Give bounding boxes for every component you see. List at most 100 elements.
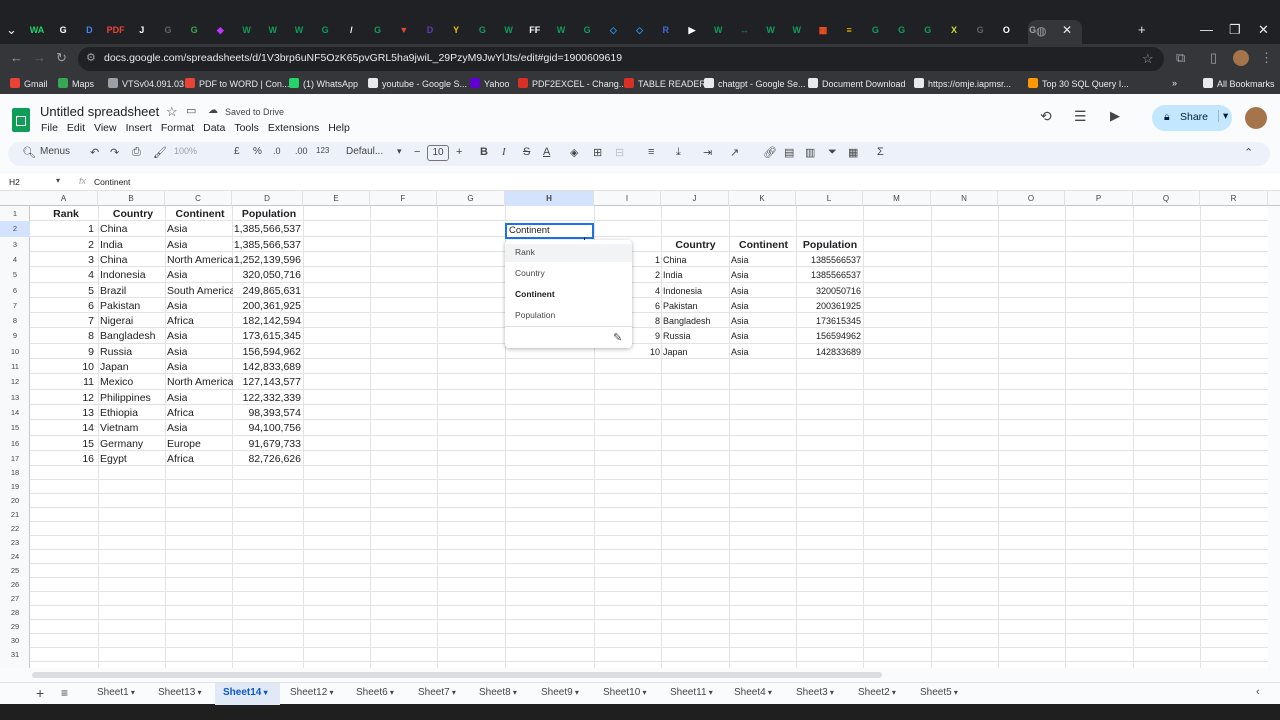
row-header-17[interactable]: 17: [0, 451, 30, 466]
menu-edit[interactable]: Edit: [67, 122, 85, 134]
browser-tab-12-icon[interactable]: /: [342, 22, 360, 38]
browser-tab-2-icon[interactable]: D: [80, 22, 98, 38]
text-wrapping-icon[interactable]: ⇥: [703, 146, 712, 159]
row-header-16[interactable]: 16: [0, 436, 30, 451]
sheet-tab-menu-icon[interactable]: ▾: [766, 688, 772, 697]
row-header-2[interactable]: 2: [0, 221, 30, 237]
column-header-C[interactable]: C: [165, 191, 232, 206]
merge-cells-icon[interactable]: ⊟: [615, 146, 624, 159]
bookmark-9[interactable]: chatgpt - Google Se...: [704, 78, 806, 89]
zoom-select[interactable]: 100%: [174, 146, 197, 156]
strikethrough-button[interactable]: S: [523, 146, 530, 158]
bookmark-10[interactable]: Document Download: [808, 78, 906, 89]
redo-icon[interactable]: ↷: [110, 146, 119, 159]
row-header-31[interactable]: 31: [0, 648, 30, 662]
italic-button[interactable]: I: [502, 146, 506, 158]
bookmark-5[interactable]: youtube - Google S...: [368, 78, 467, 89]
column-header-I[interactable]: I: [594, 191, 661, 206]
site-info-icon[interactable]: ⚙: [86, 51, 96, 64]
bookmark-3[interactable]: PDF to WORD | Con...: [185, 78, 289, 89]
account-avatar[interactable]: [1245, 107, 1267, 129]
row-header-18[interactable]: 18: [0, 466, 30, 480]
row-header-11[interactable]: 11: [0, 359, 30, 374]
vertical-align-icon[interactable]: ⤓: [676, 146, 681, 159]
row-header-4[interactable]: 4: [0, 252, 30, 267]
browser-tab-19-icon[interactable]: FF: [526, 22, 544, 38]
sheet-tab-menu-icon[interactable]: ▾: [195, 688, 201, 697]
browser-tab-30-icon[interactable]: ▦: [814, 22, 832, 38]
row-header-19[interactable]: 19: [0, 480, 30, 494]
browser-tab-0-icon[interactable]: WA: [28, 22, 46, 38]
back-icon[interactable]: ←: [10, 50, 23, 65]
horizontal-scrollbar[interactable]: [32, 672, 882, 678]
fill-color-icon[interactable]: ◈: [570, 146, 578, 159]
currency-button[interactable]: £: [234, 146, 240, 157]
name-box-chevron-icon[interactable]: ▾: [56, 176, 60, 185]
menu-format[interactable]: Format: [161, 122, 194, 134]
borders-icon[interactable]: ⊞: [593, 146, 602, 159]
browser-tab-17-icon[interactable]: G: [473, 22, 491, 38]
browser-tab-16-icon[interactable]: Y: [447, 22, 465, 38]
forward-icon[interactable]: →: [33, 50, 46, 65]
row-header-15[interactable]: 15: [0, 420, 30, 435]
font-size-input[interactable]: 10: [427, 145, 449, 161]
sheet-tab-sheet11[interactable]: Sheet11 ▾: [670, 687, 713, 698]
row-header-13[interactable]: 13: [0, 390, 30, 405]
menu-tools[interactable]: Tools: [234, 122, 259, 134]
horizontal-align-icon[interactable]: ≡: [648, 146, 654, 158]
comments-icon[interactable]: ☰: [1074, 108, 1087, 125]
search-menus-icon[interactable]: 🔍︎: [22, 146, 36, 159]
column-header-G[interactable]: G: [437, 191, 505, 206]
sheet-tab-menu-icon[interactable]: ▾: [952, 688, 958, 697]
bookmark-star-icon[interactable]: ☆: [1142, 51, 1154, 67]
row-header-8[interactable]: 8: [0, 313, 30, 328]
filter-icon[interactable]: ⏷: [828, 146, 837, 159]
browser-tab-26-icon[interactable]: W: [709, 22, 727, 38]
row-header-12[interactable]: 12: [0, 374, 30, 389]
column-header-B[interactable]: B: [98, 191, 165, 206]
row-header-6[interactable]: 6: [0, 283, 30, 298]
browser-tab-32-icon[interactable]: G: [866, 22, 884, 38]
browser-tab-38-icon[interactable]: G: [1024, 22, 1042, 38]
tab-search-chevron-icon[interactable]: ⌄: [6, 22, 17, 38]
restore-icon[interactable]: ❐: [1229, 22, 1241, 38]
bookmark-12[interactable]: Top 30 SQL Query I...: [1028, 78, 1129, 89]
sheet-tab-menu-icon[interactable]: ▾: [511, 688, 517, 697]
browser-tab-5-icon[interactable]: G: [159, 22, 177, 38]
browser-tab-28-icon[interactable]: W: [762, 22, 780, 38]
bookmark-11[interactable]: https://omje.iapmsr...: [914, 78, 1011, 89]
cell-editor-h2[interactable]: Continent: [505, 223, 594, 239]
sheet-tab-menu-icon[interactable]: ▾: [450, 688, 456, 697]
browser-tab-24-icon[interactable]: R: [657, 22, 675, 38]
row-header-27[interactable]: 27: [0, 592, 30, 606]
browser-tab-23-icon[interactable]: ◇: [631, 22, 649, 38]
sheet-tab-sheet4[interactable]: Sheet4 ▾: [734, 687, 772, 698]
browser-tab-36-icon[interactable]: G: [971, 22, 989, 38]
browser-tab-6-icon[interactable]: G: [185, 22, 203, 38]
browser-tab-31-icon[interactable]: ≡: [840, 22, 858, 38]
more-formats-button[interactable]: 123: [316, 146, 329, 155]
sheet-tab-sheet13[interactable]: Sheet13 ▾: [158, 687, 202, 698]
document-title[interactable]: Untitled spreadsheet: [40, 104, 159, 119]
column-header-M[interactable]: M: [863, 191, 931, 206]
row-header-1[interactable]: 1: [0, 206, 30, 221]
star-icon[interactable]: ☆: [166, 104, 178, 120]
sheet-tab-sheet12[interactable]: Sheet12 ▾: [290, 687, 334, 698]
row-header-24[interactable]: 24: [0, 550, 30, 564]
percent-button[interactable]: %: [253, 146, 262, 157]
browser-tab-34-icon[interactable]: G: [919, 22, 937, 38]
font-size-increase-icon[interactable]: +: [456, 146, 462, 158]
browser-tab-35-icon[interactable]: X: [945, 22, 963, 38]
move-folder-icon[interactable]: ▭: [186, 104, 196, 117]
row-header-30[interactable]: 30: [0, 634, 30, 648]
sheet-tab-sheet5[interactable]: Sheet5 ▾: [920, 687, 958, 698]
filter-views-icon[interactable]: ▦: [848, 146, 858, 159]
column-header-N[interactable]: N: [931, 191, 998, 206]
reload-icon[interactable]: ↻: [56, 50, 67, 66]
browser-tab-1-icon[interactable]: G: [54, 22, 72, 38]
url-text[interactable]: docs.google.com/spreadsheets/d/1V3brp6uN…: [104, 52, 622, 64]
decrease-decimal-button[interactable]: .0: [273, 146, 281, 156]
minimize-icon[interactable]: —: [1200, 22, 1213, 37]
browser-tab-13-icon[interactable]: G: [369, 22, 387, 38]
row-header-29[interactable]: 29: [0, 620, 30, 634]
